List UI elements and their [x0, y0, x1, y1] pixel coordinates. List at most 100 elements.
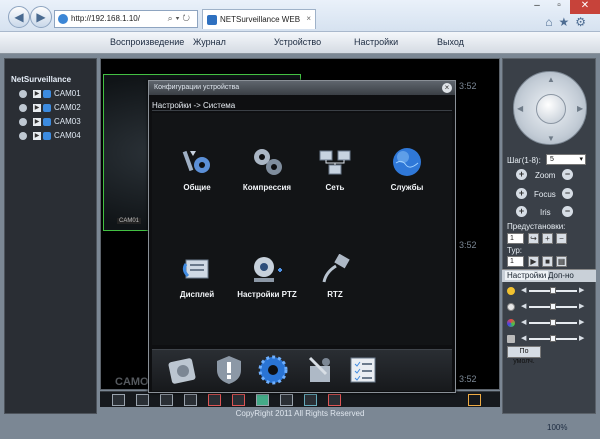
- back-icon[interactable]: ◀: [8, 6, 30, 28]
- increase-icon[interactable]: ▶: [579, 318, 584, 326]
- forward-icon[interactable]: ▶: [30, 6, 52, 28]
- single-view-icon[interactable]: [136, 394, 149, 406]
- dialog-close-icon[interactable]: ×: [442, 83, 452, 93]
- slider-knob[interactable]: [550, 287, 556, 294]
- saturation-slider[interactable]: ◀ ▶: [507, 318, 587, 328]
- tile-services[interactable]: Службы: [372, 147, 442, 192]
- zoom-out-icon[interactable]: −: [562, 169, 573, 180]
- play-icon[interactable]: ▶: [33, 118, 41, 126]
- contrast-slider[interactable]: ◀ ▶: [507, 302, 587, 312]
- info-checklist-icon[interactable]: [348, 354, 378, 386]
- preset-remove-icon[interactable]: −: [556, 233, 567, 244]
- tab-additional[interactable]: Доп-но: [548, 271, 574, 280]
- increase-icon[interactable]: ▶: [579, 334, 584, 342]
- address-text: http://192.168.1.10/: [71, 14, 140, 23]
- record-disk-icon[interactable]: [168, 354, 198, 386]
- play-icon[interactable]: ▶: [33, 104, 41, 112]
- tile-ptz-settings[interactable]: Настройки PTZ: [232, 254, 302, 299]
- focus-out-icon[interactable]: −: [562, 188, 573, 199]
- increase-icon[interactable]: ▶: [579, 302, 584, 310]
- decrease-icon[interactable]: ◀: [521, 302, 526, 310]
- decrease-icon[interactable]: ◀: [521, 334, 526, 342]
- tab-settings[interactable]: Настройки: [505, 271, 549, 280]
- system-gear-icon[interactable]: [258, 354, 288, 386]
- playback-icon[interactable]: [304, 394, 317, 406]
- record-all-icon[interactable]: [208, 394, 221, 406]
- ptz-center-button[interactable]: [536, 94, 566, 124]
- home-icon[interactable]: ⌂: [545, 15, 558, 29]
- tab-close-icon[interactable]: ×: [306, 14, 311, 23]
- step-select[interactable]: 5: [546, 154, 586, 165]
- tile-compression[interactable]: Компрессия: [232, 147, 302, 192]
- tools-gear-icon: [180, 147, 214, 177]
- iris-close-icon[interactable]: −: [562, 206, 573, 217]
- decrease-icon[interactable]: ◀: [521, 318, 526, 326]
- tour-play-icon[interactable]: ▶: [528, 256, 539, 267]
- advanced-tools-icon[interactable]: [304, 354, 334, 386]
- ptz-direction-pad[interactable]: ▲ ▼ ◀ ▶: [513, 71, 587, 145]
- tour-stop-icon[interactable]: ■: [542, 256, 553, 267]
- default-button[interactable]: По умолч.: [507, 346, 541, 365]
- dialog-title: Конфигурации устройства: [149, 81, 455, 95]
- ptz-up-icon[interactable]: ▲: [547, 75, 555, 84]
- menu-device[interactable]: Устройство: [274, 37, 321, 47]
- record-icon[interactable]: [43, 104, 51, 112]
- address-tools-icons[interactable]: ⌕▾↻: [168, 13, 193, 24]
- favorites-star-icon[interactable]: ★: [558, 15, 575, 29]
- tile-rtz[interactable]: RTZ: [300, 253, 370, 299]
- menu-playback[interactable]: Воспроизведение: [110, 37, 184, 47]
- play-icon[interactable]: ▶: [33, 90, 41, 98]
- stop-record-icon[interactable]: [232, 394, 245, 406]
- alarm-shield-icon[interactable]: [214, 354, 244, 386]
- mute-icon[interactable]: [468, 394, 481, 406]
- ptz-down-icon[interactable]: ▼: [547, 134, 555, 143]
- tour-input[interactable]: 1: [507, 256, 524, 267]
- record-icon[interactable]: [43, 132, 51, 140]
- tile-general[interactable]: Общие: [162, 147, 232, 192]
- tile-label: Сеть: [325, 183, 345, 192]
- minimize-icon[interactable]: –: [526, 0, 548, 14]
- preset-input[interactable]: 1: [507, 233, 524, 244]
- camera-overlay-label: CAMO: [115, 376, 149, 388]
- record-icon[interactable]: [43, 90, 51, 98]
- menu-log[interactable]: Журнал: [193, 37, 226, 47]
- record-icon[interactable]: [43, 118, 51, 126]
- ptz-left-icon[interactable]: ◀: [517, 104, 523, 113]
- hue-slider[interactable]: ◀ ▶: [507, 334, 587, 344]
- slider-knob[interactable]: [550, 335, 556, 342]
- fullscreen-icon[interactable]: [112, 394, 125, 406]
- iris-open-icon[interactable]: +: [516, 206, 527, 217]
- browser-chrome: ◀ ▶ http://192.168.1.10/ ⌕▾↻ NETSurveill…: [0, 0, 600, 32]
- focus-in-icon[interactable]: +: [516, 188, 527, 199]
- tile-display[interactable]: Дисплей: [162, 254, 232, 299]
- maximize-icon[interactable]: ▫: [548, 0, 570, 14]
- slider-knob[interactable]: [550, 303, 556, 310]
- play-icon[interactable]: ▶: [33, 132, 41, 140]
- zoom-level[interactable]: 100%: [547, 423, 567, 432]
- browser-tab[interactable]: NETSurveillance WEB ×: [202, 9, 316, 29]
- tree-root[interactable]: NetSurveillance: [11, 75, 71, 84]
- decrease-icon[interactable]: ◀: [521, 286, 526, 294]
- slider-knob[interactable]: [550, 319, 556, 326]
- increase-icon[interactable]: ▶: [579, 286, 584, 294]
- zoom-in-icon[interactable]: +: [516, 169, 527, 180]
- brightness-slider[interactable]: ◀ ▶: [507, 286, 587, 296]
- menu-exit[interactable]: Выход: [437, 37, 464, 47]
- tab-favicon: [207, 15, 217, 25]
- address-bar[interactable]: http://192.168.1.10/ ⌕▾↻: [54, 10, 198, 28]
- compression-gears-icon: [250, 147, 284, 177]
- settings-gear-icon[interactable]: ⚙: [575, 15, 592, 29]
- talk-icon[interactable]: [280, 394, 293, 406]
- snapshot-icon[interactable]: [256, 394, 269, 406]
- quad-view-icon[interactable]: [160, 394, 173, 406]
- ptz-right-icon[interactable]: ▶: [577, 104, 583, 113]
- copyright-text: CopyRight 2011 All Rights Reserved: [235, 409, 365, 418]
- menu-settings[interactable]: Настройки: [354, 37, 398, 47]
- close-window-icon[interactable]: ✕: [570, 0, 600, 14]
- preset-goto-icon[interactable]: ↪: [528, 233, 539, 244]
- tour-grid-icon[interactable]: ▦: [556, 256, 567, 267]
- tile-network[interactable]: Сеть: [300, 147, 370, 192]
- alarm-icon[interactable]: [328, 394, 341, 406]
- nine-view-icon[interactable]: [184, 394, 197, 406]
- preset-add-icon[interactable]: +: [542, 233, 553, 244]
